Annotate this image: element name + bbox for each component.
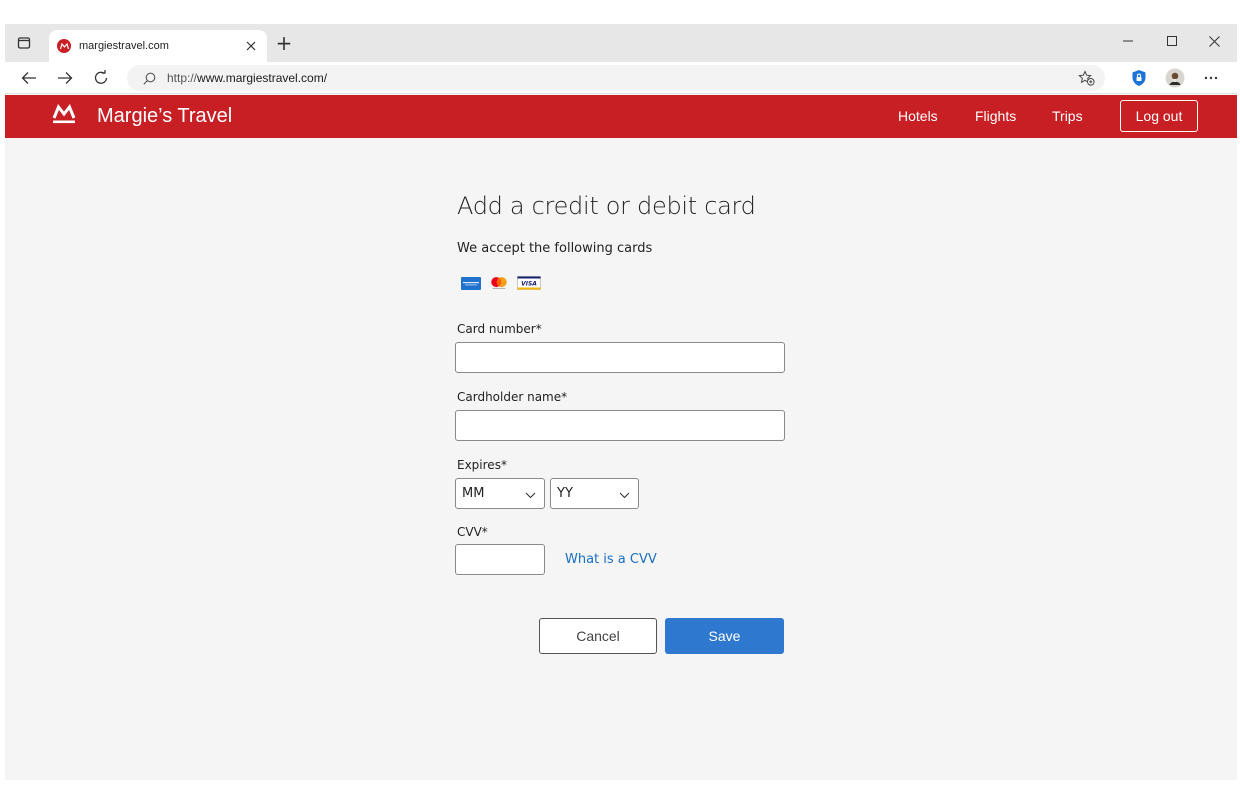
margies-travel-logo[interactable] <box>51 104 77 126</box>
amex-card-icon <box>461 276 481 290</box>
minimize-icon[interactable] <box>1109 28 1147 54</box>
url-text: http://www.margiestravel.com/ <box>167 71 328 85</box>
save-button[interactable]: Save <box>665 618 784 654</box>
tab-title: margiestravel.com <box>79 40 169 52</box>
browser-window: margiestravel.com + http://www.margiestr… <box>5 24 1237 780</box>
address-bar[interactable]: http://www.margiestravel.com/ <box>127 65 1105 91</box>
add-favorite-icon[interactable] <box>1077 69 1095 87</box>
expires-label: Expires* <box>457 458 507 472</box>
mastercard-icon <box>489 276 509 290</box>
tab-actions-icon[interactable] <box>13 32 35 54</box>
expiry-month-select[interactable]: MM <box>455 478 545 509</box>
back-icon[interactable] <box>17 66 41 90</box>
nav-trips-link[interactable]: Trips <box>1052 108 1083 124</box>
close-window-icon[interactable] <box>1195 28 1233 54</box>
margies-travel-favicon <box>57 39 71 53</box>
profile-avatar-icon[interactable] <box>1163 66 1187 90</box>
expiry-month-value: MM <box>462 486 485 501</box>
visa-card-label: VISA <box>521 281 537 288</box>
search-icon <box>141 70 157 86</box>
page-title: Add a credit or debit card <box>457 192 756 220</box>
cardholder-name-label: Cardholder name* <box>457 390 568 404</box>
what-is-cvv-link[interactable]: What is a CVV <box>565 552 657 567</box>
card-number-input[interactable] <box>455 342 785 373</box>
more-icon[interactable] <box>1199 66 1223 90</box>
browser-tab[interactable]: margiestravel.com <box>49 30 267 62</box>
new-tab-button[interactable]: + <box>273 32 295 54</box>
refresh-icon[interactable] <box>89 66 113 90</box>
expiry-year-select[interactable]: YY <box>550 478 639 509</box>
cvv-label: CVV* <box>457 525 488 539</box>
visa-card-icon: VISA <box>517 276 541 290</box>
chevron-down-icon <box>619 484 630 503</box>
maximize-icon[interactable] <box>1153 28 1191 54</box>
nav-flights-link[interactable]: Flights <box>975 108 1016 124</box>
close-icon[interactable] <box>241 36 261 56</box>
site-header: Margie’s Travel Hotels Flights Trips Log… <box>5 95 1237 138</box>
brand-name[interactable]: Margie’s Travel <box>97 105 232 128</box>
chevron-down-icon <box>525 484 536 503</box>
nav-hotels-link[interactable]: Hotels <box>898 108 938 124</box>
cancel-button[interactable]: Cancel <box>539 618 657 654</box>
shield-icon[interactable] <box>1127 66 1151 90</box>
browser-toolbar: http://www.margiestravel.com/ <box>5 62 1237 94</box>
tab-strip: margiestravel.com + <box>5 24 1237 62</box>
forward-icon[interactable] <box>53 66 77 90</box>
card-number-label: Card number* <box>457 322 542 336</box>
cardholder-name-input[interactable] <box>455 410 785 441</box>
expiry-year-value: YY <box>557 486 573 501</box>
cvv-input[interactable] <box>455 544 545 575</box>
log-out-button[interactable]: Log out <box>1120 100 1198 132</box>
accepted-cards-text: We accept the following cards <box>457 241 653 256</box>
accepted-cards: VISA <box>461 276 541 290</box>
